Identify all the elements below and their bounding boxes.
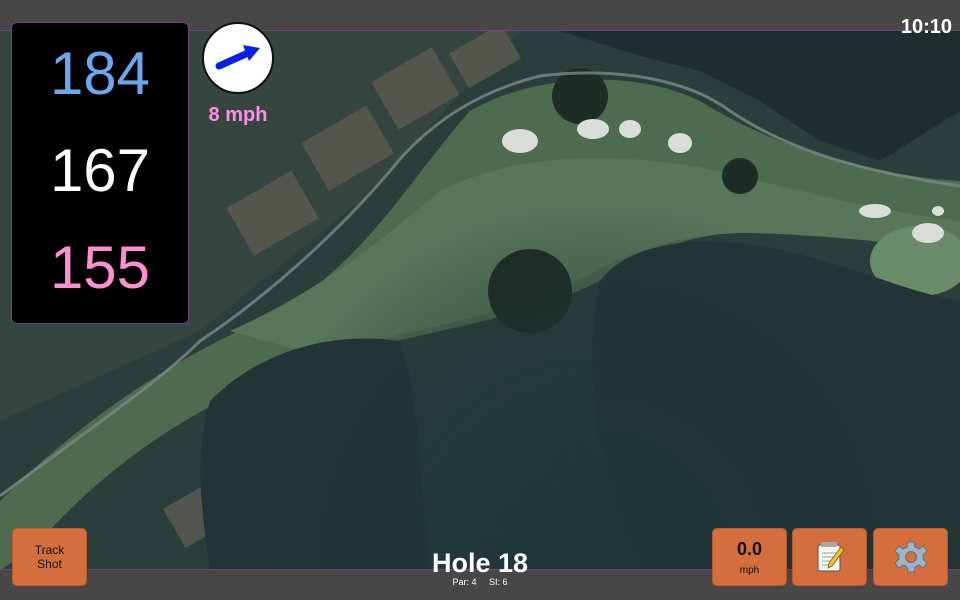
speed-unit: mph bbox=[739, 564, 760, 576]
front-distance: 155 bbox=[49, 234, 151, 301]
track-shot-label-line2: Shot bbox=[37, 557, 62, 571]
notepad-icon bbox=[817, 542, 845, 572]
par-text: Par: 4 bbox=[452, 577, 477, 587]
settings-button[interactable] bbox=[873, 528, 948, 586]
wind-speed: 8 mph bbox=[208, 104, 268, 126]
middle-distance: 167 bbox=[49, 137, 151, 204]
distance-panel: 184 167 155 bbox=[11, 22, 189, 324]
hole-title: Hole 18 bbox=[431, 548, 529, 578]
wind-indicator bbox=[202, 22, 274, 94]
clock: 10:10 bbox=[900, 16, 952, 38]
back-distance: 184 bbox=[49, 40, 151, 107]
speed-value: 0.0 bbox=[736, 538, 763, 559]
track-shot-button[interactable]: Track Shot bbox=[12, 528, 87, 586]
speed-button[interactable]: 0.0 mph bbox=[712, 528, 787, 586]
notes-button[interactable] bbox=[792, 528, 867, 586]
gear-icon bbox=[893, 541, 928, 573]
track-shot-label-line1: Track bbox=[34, 543, 65, 557]
arrow-right-icon bbox=[215, 45, 260, 70]
hole-meta: Par: 4 SI: 6 bbox=[380, 577, 580, 587]
si-text: SI: 6 bbox=[489, 577, 508, 587]
